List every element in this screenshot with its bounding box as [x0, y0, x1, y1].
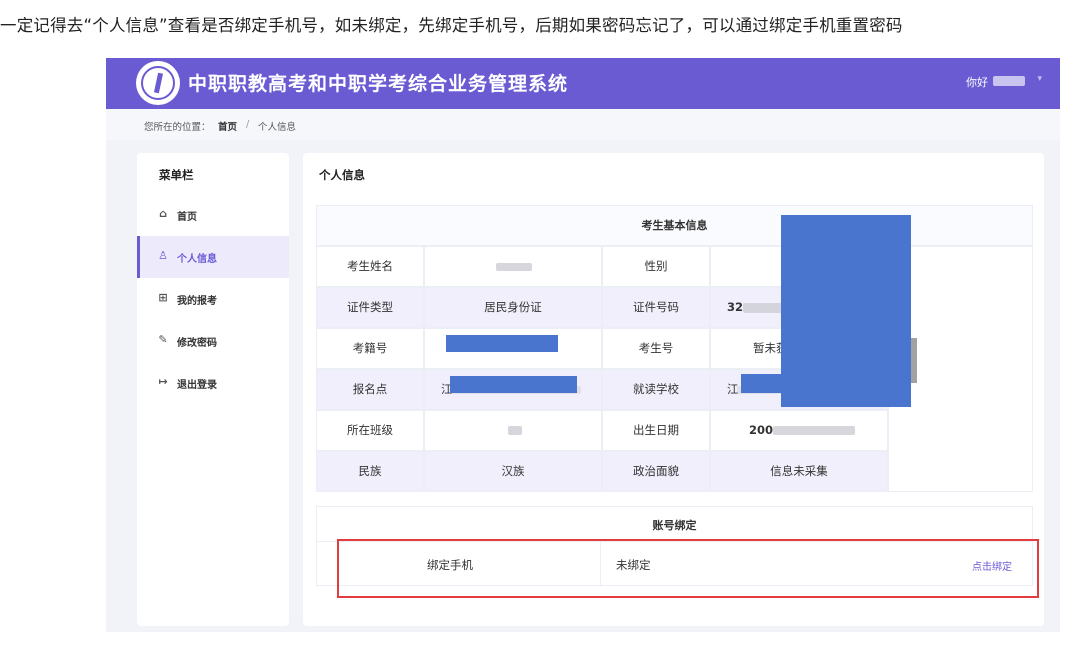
highlight-box — [337, 539, 1039, 598]
field-label: 考籍号 — [316, 328, 424, 369]
field-value: 居民身份证 — [424, 287, 602, 328]
sidebar: 菜单栏 ⌂ 首页 ♙ 个人信息 ⊞ 我的报考 ✎ 修改密码 ↦ 退出登录 — [137, 153, 289, 626]
app-title: 中职职教高考和中职学考综合业务管理系统 — [188, 73, 569, 95]
field-label: 考生号 — [602, 328, 710, 369]
sidebar-item-label: 退出登录 — [177, 380, 217, 391]
photo-edge — [911, 338, 917, 383]
breadcrumb-separator: / — [246, 119, 250, 130]
sidebar-item-home[interactable]: ⌂ 首页 — [137, 194, 289, 236]
field-label: 政治面貌 — [602, 451, 710, 492]
breadcrumb: 您所在的位置： 首页 / 个人信息 — [106, 109, 1060, 140]
page-title: 个人信息 — [319, 168, 365, 182]
sidebar-item-label: 首页 — [177, 212, 197, 223]
logout-icon: ↦ — [158, 375, 168, 388]
photo-redacted — [781, 215, 911, 407]
sidebar-item-personal-info[interactable]: ♙ 个人信息 — [137, 236, 289, 278]
field-label: 证件号码 — [602, 287, 710, 328]
sidebar-item-label: 我的报考 — [177, 296, 217, 307]
sidebar-item-label: 修改密码 — [177, 338, 217, 349]
sidebar-item-change-password[interactable]: ✎ 修改密码 — [137, 320, 289, 362]
field-label: 就读学校 — [602, 369, 710, 410]
class-redacted — [508, 426, 522, 435]
field-label: 证件类型 — [316, 287, 424, 328]
binding-section-title: 账号绑定 — [316, 506, 1033, 542]
greeting-text: 你好 — [966, 76, 988, 89]
edit-icon: ✎ — [158, 333, 168, 346]
sidebar-item-label: 个人信息 — [177, 254, 217, 265]
sidebar-item-logout[interactable]: ↦ 退出登录 — [137, 362, 289, 404]
breadcrumb-home[interactable]: 首页 — [218, 119, 237, 133]
field-value: 信息未采集 — [710, 451, 888, 492]
section-title: 考生基本信息 — [316, 205, 1033, 246]
exam-id-redacted — [446, 335, 558, 352]
username-redacted[interactable] — [993, 76, 1025, 86]
instruction-note: 一定记得去“个人信息”查看是否绑定手机号，如未绑定，先绑定手机号，后期如果密码忘… — [0, 16, 903, 35]
field-label: 报名点 — [316, 369, 424, 410]
birth-date-redacted — [773, 426, 855, 435]
name-redacted — [496, 263, 532, 271]
add-document-icon: ⊞ — [158, 291, 168, 304]
field-label: 性别 — [602, 246, 710, 287]
sidebar-item-my-exams[interactable]: ⊞ 我的报考 — [137, 278, 289, 320]
field-label: 考生姓名 — [316, 246, 424, 287]
breadcrumb-current: 个人信息 — [258, 122, 297, 133]
field-label: 所在班级 — [316, 410, 424, 451]
sidebar-title: 菜单栏 — [159, 168, 194, 182]
field-label: 出生日期 — [602, 410, 710, 451]
top-header: 中职职教高考和中职学考综合业务管理系统 你好 ▾ — [106, 58, 1060, 109]
logo-icon — [136, 61, 180, 105]
breadcrumb-prefix: 您所在的位置： — [144, 122, 211, 133]
field-value: 汉族 — [424, 451, 602, 492]
field-label: 民族 — [316, 451, 424, 492]
chevron-down-icon[interactable]: ▾ — [1037, 74, 1042, 84]
registration-site-redacted-box — [450, 376, 577, 393]
user-icon: ♙ — [158, 249, 168, 262]
home-icon: ⌂ — [159, 207, 167, 220]
